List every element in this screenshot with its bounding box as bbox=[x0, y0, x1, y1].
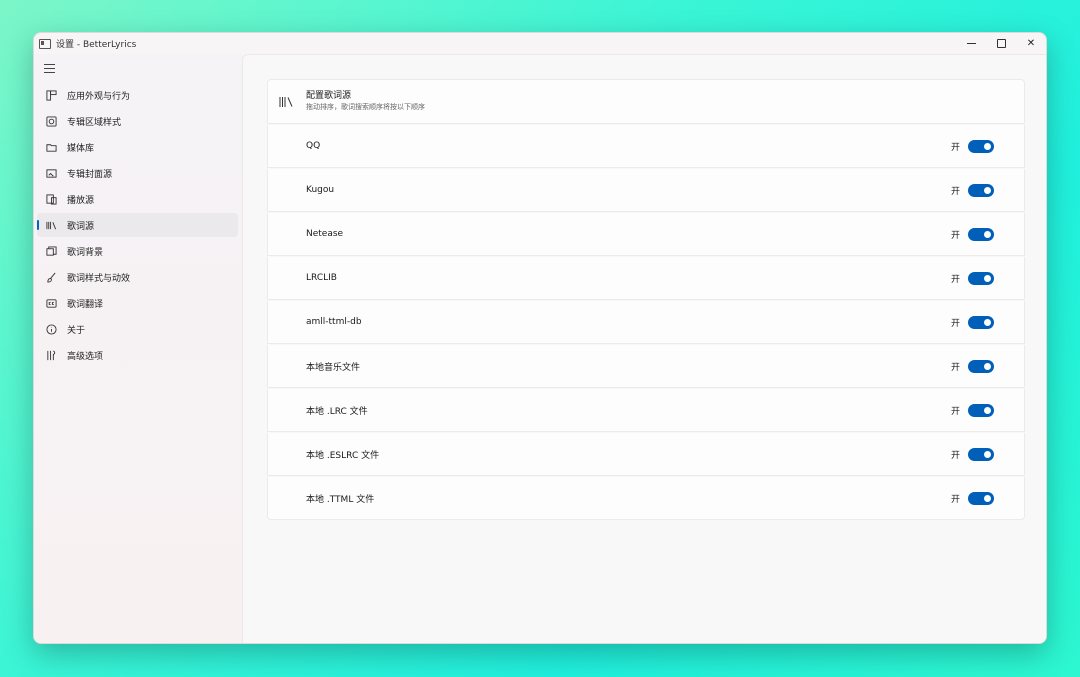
lyrics-source-row[interactable]: LRCLIB 开 bbox=[267, 257, 1025, 300]
source-name: amll-ttml-db bbox=[306, 317, 362, 327]
source-toggle[interactable] bbox=[968, 271, 994, 285]
sidebar-item-label: 歌词背景 bbox=[67, 247, 104, 258]
settings-content: 配置歌词源 拖动排序，歌词搜索顺序将按以下顺序 QQ 开 Kugou 开 Net… bbox=[242, 54, 1046, 643]
sidebar-nav: 应用外观与行为 专辑区域样式 媒体库 专辑封面源 播放源 歌词源 歌词背景 歌词… bbox=[37, 83, 238, 369]
source-name: 本地 .LRC 文件 bbox=[306, 406, 368, 417]
library-icon bbox=[44, 218, 58, 232]
source-toggle[interactable] bbox=[968, 139, 994, 153]
cover-icon bbox=[44, 166, 58, 180]
sidebar-item-lyrics-background[interactable]: 歌词背景 bbox=[37, 239, 238, 263]
sidebar-item-label: 专辑封面源 bbox=[67, 169, 113, 180]
library-icon bbox=[279, 96, 293, 107]
source-name: 本地 .ESLRC 文件 bbox=[306, 450, 380, 461]
sidebar-item-about[interactable]: 关于 bbox=[37, 317, 238, 341]
toggle-state-label: 开 bbox=[950, 494, 960, 505]
toggle-state-label: 开 bbox=[950, 406, 960, 417]
sidebar-item-label: 媒体库 bbox=[67, 143, 95, 154]
folder-icon bbox=[44, 140, 58, 154]
sidebar-item-lyrics-source[interactable]: 歌词源 bbox=[37, 213, 238, 237]
minimize-button[interactable] bbox=[956, 33, 986, 54]
sidebar: 应用外观与行为 专辑区域样式 媒体库 专辑封面源 播放源 歌词源 歌词背景 歌词… bbox=[34, 54, 242, 643]
sidebar-item-label: 应用外观与行为 bbox=[67, 91, 131, 102]
maximize-icon bbox=[996, 39, 1006, 48]
background-icon bbox=[44, 244, 58, 258]
source-toggle[interactable] bbox=[968, 403, 994, 417]
sidebar-item-label: 专辑区域样式 bbox=[67, 117, 122, 128]
tools-icon bbox=[44, 348, 58, 362]
sidebar-item-label: 播放源 bbox=[67, 195, 95, 206]
sidebar-item-advanced-options[interactable]: 高级选项 bbox=[37, 343, 238, 367]
toggle-state-label: 开 bbox=[950, 186, 960, 197]
sidebar-item-album-cover-source[interactable]: 专辑封面源 bbox=[37, 161, 238, 185]
player-icon bbox=[44, 192, 58, 206]
source-name: Kugou bbox=[306, 185, 335, 195]
settings-window: 设置 - BetterLyrics ✕ 应用外观与行为 专辑区域样式 媒体库 专… bbox=[33, 32, 1047, 644]
lyrics-source-row[interactable]: 本地 .LRC 文件 开 bbox=[267, 389, 1025, 432]
source-name: QQ bbox=[306, 141, 321, 151]
toggle-state-label: 开 bbox=[950, 142, 960, 153]
window-controls: ✕ bbox=[956, 33, 1046, 54]
sidebar-item-label: 歌词翻译 bbox=[67, 299, 104, 310]
menu-icon[interactable] bbox=[44, 64, 55, 73]
lyrics-source-row[interactable]: Netease 开 bbox=[267, 213, 1025, 256]
lyrics-source-row[interactable]: 本地 .ESLRC 文件 开 bbox=[267, 433, 1025, 476]
toggle-state-label: 开 bbox=[950, 274, 960, 285]
layout-icon bbox=[44, 88, 58, 102]
lyrics-source-row[interactable]: 本地 .TTML 文件 开 bbox=[267, 477, 1025, 520]
sidebar-item-lyrics-translation[interactable]: 歌词翻译 bbox=[37, 291, 238, 315]
lyrics-source-row[interactable]: Kugou 开 bbox=[267, 169, 1025, 212]
sidebar-item-album-style[interactable]: 专辑区域样式 bbox=[37, 109, 238, 133]
source-name: 本地 .TTML 文件 bbox=[306, 494, 375, 505]
cc-icon bbox=[44, 296, 58, 310]
lyrics-source-panel: 配置歌词源 拖动排序，歌词搜索顺序将按以下顺序 QQ 开 Kugou 开 Net… bbox=[267, 79, 1025, 520]
sidebar-item-label: 关于 bbox=[67, 325, 86, 336]
header-subtitle: 拖动排序，歌词搜索顺序将按以下顺序 bbox=[306, 103, 425, 111]
sidebar-item-appearance[interactable]: 应用外观与行为 bbox=[37, 83, 238, 107]
maximize-button[interactable] bbox=[986, 33, 1016, 54]
source-toggle[interactable] bbox=[968, 491, 994, 505]
header-title: 配置歌词源 bbox=[306, 91, 352, 101]
info-icon bbox=[44, 322, 58, 336]
source-toggle[interactable] bbox=[968, 183, 994, 197]
lyrics-source-row[interactable]: QQ 开 bbox=[267, 125, 1025, 168]
sidebar-item-label: 高级选项 bbox=[67, 351, 104, 362]
title-bar[interactable]: 设置 - BetterLyrics ✕ bbox=[34, 33, 1046, 54]
brush-icon bbox=[44, 270, 58, 284]
album-frame-icon bbox=[44, 114, 58, 128]
source-name: Netease bbox=[306, 229, 344, 239]
close-icon: ✕ bbox=[1026, 38, 1036, 49]
toggle-state-label: 开 bbox=[950, 362, 960, 373]
sidebar-item-media-library[interactable]: 媒体库 bbox=[37, 135, 238, 159]
app-icon bbox=[39, 38, 51, 49]
source-toggle[interactable] bbox=[968, 359, 994, 373]
toggle-state-label: 开 bbox=[950, 318, 960, 329]
source-name: 本地音乐文件 bbox=[306, 362, 361, 373]
source-toggle[interactable] bbox=[968, 315, 994, 329]
lyrics-source-header: 配置歌词源 拖动排序，歌词搜索顺序将按以下顺序 bbox=[267, 79, 1025, 124]
minimize-icon bbox=[966, 43, 976, 44]
sidebar-item-label: 歌词源 bbox=[67, 221, 95, 232]
toggle-state-label: 开 bbox=[950, 450, 960, 461]
source-toggle[interactable] bbox=[968, 447, 994, 461]
sidebar-item-lyrics-style[interactable]: 歌词样式与动效 bbox=[37, 265, 238, 289]
sidebar-item-label: 歌词样式与动效 bbox=[67, 273, 131, 284]
sidebar-item-playback-source[interactable]: 播放源 bbox=[37, 187, 238, 211]
lyrics-source-row[interactable]: amll-ttml-db 开 bbox=[267, 301, 1025, 344]
close-button[interactable]: ✕ bbox=[1016, 33, 1046, 54]
source-toggle[interactable] bbox=[968, 227, 994, 241]
toggle-state-label: 开 bbox=[950, 230, 960, 241]
source-name: LRCLIB bbox=[306, 273, 337, 283]
window-title: 设置 - BetterLyrics bbox=[56, 40, 137, 50]
lyrics-source-row[interactable]: 本地音乐文件 开 bbox=[267, 345, 1025, 388]
